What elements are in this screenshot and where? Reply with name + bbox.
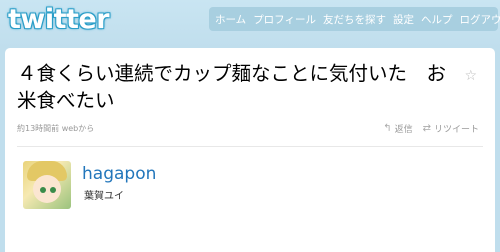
twitter-logo[interactable]: twitter: [8, 4, 110, 35]
avatar-face: [33, 175, 61, 203]
screen-name-link[interactable]: hagapon: [82, 164, 156, 184]
header: twitter ホーム プロフィール 友だちを探す 設定 ヘルプ ログアウト: [0, 0, 500, 48]
nav-profile[interactable]: プロフィール: [253, 12, 316, 27]
full-name: 葉賀ユイ: [84, 191, 124, 202]
nav-find-friends[interactable]: 友だちを探す: [323, 12, 386, 27]
star-icon[interactable]: ☆: [464, 68, 477, 84]
tweet-text: ４食くらい連続でカップ麺なことに気付いた お米食べたい: [17, 62, 447, 112]
reply-button[interactable]: ↰ 返信: [383, 122, 412, 135]
tweet-meta: 約13時間前 webから: [17, 124, 95, 133]
top-nav: ホーム プロフィール 友だちを探す 設定 ヘルプ ログアウト: [209, 7, 500, 31]
retweet-icon: ⇄: [422, 123, 431, 134]
nav-settings[interactable]: 設定: [393, 12, 414, 27]
avatar[interactable]: [23, 161, 71, 209]
nav-help[interactable]: ヘルプ: [421, 12, 453, 27]
tweet-card: ４食くらい連続でカップ麺なことに気付いた お米食べたい ☆ 約13時間前 web…: [5, 48, 495, 252]
reply-arrow-icon: ↰: [383, 123, 392, 134]
nav-logout[interactable]: ログアウト: [459, 12, 500, 27]
reply-label: 返信: [394, 125, 413, 135]
avatar-eye: [50, 187, 56, 193]
retweet-label: リツイート: [433, 125, 479, 135]
avatar-eye: [40, 187, 46, 193]
divider: [17, 146, 483, 147]
tweet-actions: ↰ 返信 ⇄ リツイート: [383, 122, 479, 135]
nav-home[interactable]: ホーム: [215, 12, 246, 27]
retweet-button[interactable]: ⇄ リツイート: [423, 122, 479, 135]
